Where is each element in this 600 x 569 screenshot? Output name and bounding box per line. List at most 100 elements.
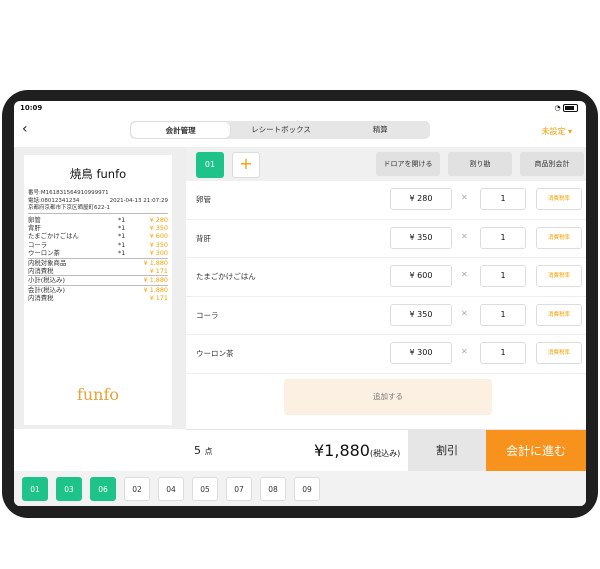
split-bill-button[interactable]: 割り勘 [448,152,512,176]
receipt-line-price: ¥ 280 [149,215,168,224]
table-tab[interactable]: 05 [192,477,218,501]
item-name: たまごかけごはん [196,272,256,281]
receipt-phone: 電話:08012341234 [28,197,80,204]
receipt-summary-price: ¥ 171 [149,294,168,303]
receipt-line-price: ¥ 350 [149,223,168,232]
table-tab[interactable]: 03 [56,477,82,501]
receipt-summary-price: ¥ 1,880 [143,258,168,267]
item-price-field[interactable]: ¥ 280 [390,188,452,210]
table-tabs: 01 03 06 02 04 05 07 08 09 [14,471,586,506]
table-tab[interactable]: 09 [294,477,320,501]
receipt-summary: 内消費税 ¥ 171 [28,267,168,275]
receipt-summary-price: ¥ 1,880 [143,276,168,285]
item-name: 卵管 [196,195,211,204]
item-count-unit: 点 [204,447,213,456]
item-qty-field[interactable]: 1 [480,226,526,249]
receipt-line: コーラ *1 ¥ 350 [28,241,168,249]
table-tab[interactable]: 04 [158,477,184,501]
item-qty-field[interactable]: 1 [480,303,526,326]
receipt-tear-edge [24,424,172,428]
order-tab-01[interactable]: 01 [196,152,224,178]
receipt-line-price: ¥ 350 [149,240,168,249]
table-tab[interactable]: 07 [226,477,252,501]
caret-down-icon: ▾ [567,127,572,136]
item-qty-field[interactable]: 1 [480,342,526,364]
receipt-line: ウーロン茶 *1 ¥ 300 [28,249,168,257]
receipt-summary-name: 内税対象商品 [28,258,67,267]
total-amount: ¥1,880(税込み) [314,441,400,460]
item-count: 5 点 [194,444,213,457]
battery-icon [563,104,578,112]
multiply-icon: ✕ [461,231,468,241]
receipt-line-qty: *1 [118,223,126,232]
order-item-row: たまごかけごはん ¥ 600 ✕ 1 消費税率 [186,258,586,297]
item-name: 背肝 [196,233,211,243]
receipt-summary-name: 小計(税込み) [28,276,65,285]
status-bar: 10:09 ◔ [14,101,586,115]
receipt-address: 京都府京都市下京区晒屋町622-1 [28,205,110,211]
multiply-icon: ✕ [461,347,468,356]
per-item-checkout-button[interactable]: 商品別会計 [520,152,584,176]
segment-accounting[interactable]: 会計管理 [131,122,231,138]
order-item-row: 卵管 ¥ 280 ✕ 1 消費税率 [186,181,586,220]
receipt-line-qty: *1 [118,215,126,224]
receipt-number: 番号:M161831564910999971 [28,190,109,196]
receipt-items: 卵管 *1 ¥ 280 背肝 *1 ¥ 350 たまごかけごはん *1 ¥ 600 コーラ *… [24,216,172,258]
receipt-line-qty: *1 [118,232,126,241]
item-name: ウーロン茶 [196,349,234,358]
receipt-summary: 内税対象商品 ¥ 1,880 [28,259,168,267]
table-tab[interactable]: 01 [22,477,48,501]
receipt-panel: 焼鳥 funfo 番号:M161831564910999971 電話:08012… [14,147,186,429]
receipt-line-name: たまごかけごはん [28,232,79,241]
back-chevron-icon[interactable]: ‹ [22,121,28,137]
table-tab[interactable]: 02 [124,477,150,501]
item-price-field[interactable]: ¥ 600 [390,265,452,287]
tax-rate-button[interactable]: 消費税率 [536,342,582,364]
order-panel: 01 + ドロアを開ける 割り勘 商品別会計 卵管 ¥ 280 ✕ 1 消費税率… [186,147,586,429]
checkout-footer: 5 点 ¥1,880(税込み) 割引 会計に進む [186,429,586,472]
unset-dropdown[interactable]: 未設定 ▾ [541,126,572,137]
tax-rate-button[interactable]: 消費税率 [536,265,582,287]
screen: 10:09 ◔ ‹ 会計管理 レシートボックス 精算 未設定 ▾ 焼鳥 funf… [14,101,586,506]
receipt-summary: 会計(税込み) ¥ 1,880 [28,286,168,294]
receipt-line-qty: *1 [118,240,126,249]
item-qty-field[interactable]: 1 [480,265,526,287]
proceed-checkout-button[interactable]: 会計に進む [486,430,586,472]
status-time: 10:09 [20,104,43,112]
receipt-line: たまごかけごはん *1 ¥ 600 [28,232,168,240]
tax-rate-button[interactable]: 消費税率 [536,226,582,249]
funfo-logo: funfo [76,385,120,404]
header: ‹ 会計管理 レシートボックス 精算 未設定 ▾ [14,115,586,145]
order-item-row: ウーロン茶 ¥ 300 ✕ 1 消費税率 [186,335,586,374]
tablet-frame: 10:09 ◔ ‹ 会計管理 レシートボックス 精算 未設定 ▾ 焼鳥 funf… [2,90,598,518]
receipt-title: 焼鳥 funfo [69,167,127,181]
multiply-icon: ✕ [461,270,468,279]
receipt-meta: 番号:M161831564910999971 電話:08012341234 20… [28,190,168,213]
discount-button[interactable]: 割引 [408,430,486,472]
segment-settlement[interactable]: 精算 [331,121,430,139]
table-tab[interactable]: 06 [90,477,116,501]
tax-rate-button[interactable]: 消費税率 [536,188,582,210]
add-item-button[interactable]: 追加する [284,379,492,415]
table-tab[interactable]: 08 [260,477,286,501]
multiply-icon: ✕ [461,308,468,318]
item-price-field[interactable]: ¥ 350 [390,226,452,249]
wifi-icon: ◔ [554,104,561,112]
open-drawer-button[interactable]: ドロアを開ける [376,152,440,176]
add-tab-plus-icon[interactable]: + [232,152,260,178]
receipt-summary: 内消費税 ¥ 171 [28,294,168,302]
tax-rate-button[interactable]: 消費税率 [536,303,582,326]
receipt-line-price: ¥ 300 [149,249,168,258]
item-name: コーラ [196,310,219,320]
item-price-field[interactable]: ¥ 300 [390,342,452,364]
receipt-summary-name: 会計(税込み) [28,285,65,294]
item-qty-field[interactable]: 1 [480,188,526,210]
segment-receipt-box[interactable]: レシートボックス [231,121,330,139]
receipt-summary-name: 内消費税 [28,294,54,303]
item-count-value: 5 [194,444,201,457]
receipt-datetime: 2021-04-13 21:07:29 [109,197,168,204]
item-price-field[interactable]: ¥ 350 [390,303,452,326]
multiply-icon: ✕ [461,193,468,202]
receipt-line: 卵管 *1 ¥ 280 [28,216,168,224]
order-items: 卵管 ¥ 280 ✕ 1 消費税率 背肝 ¥ 350 ✕ 1 消費税率 たまごか… [186,181,586,374]
